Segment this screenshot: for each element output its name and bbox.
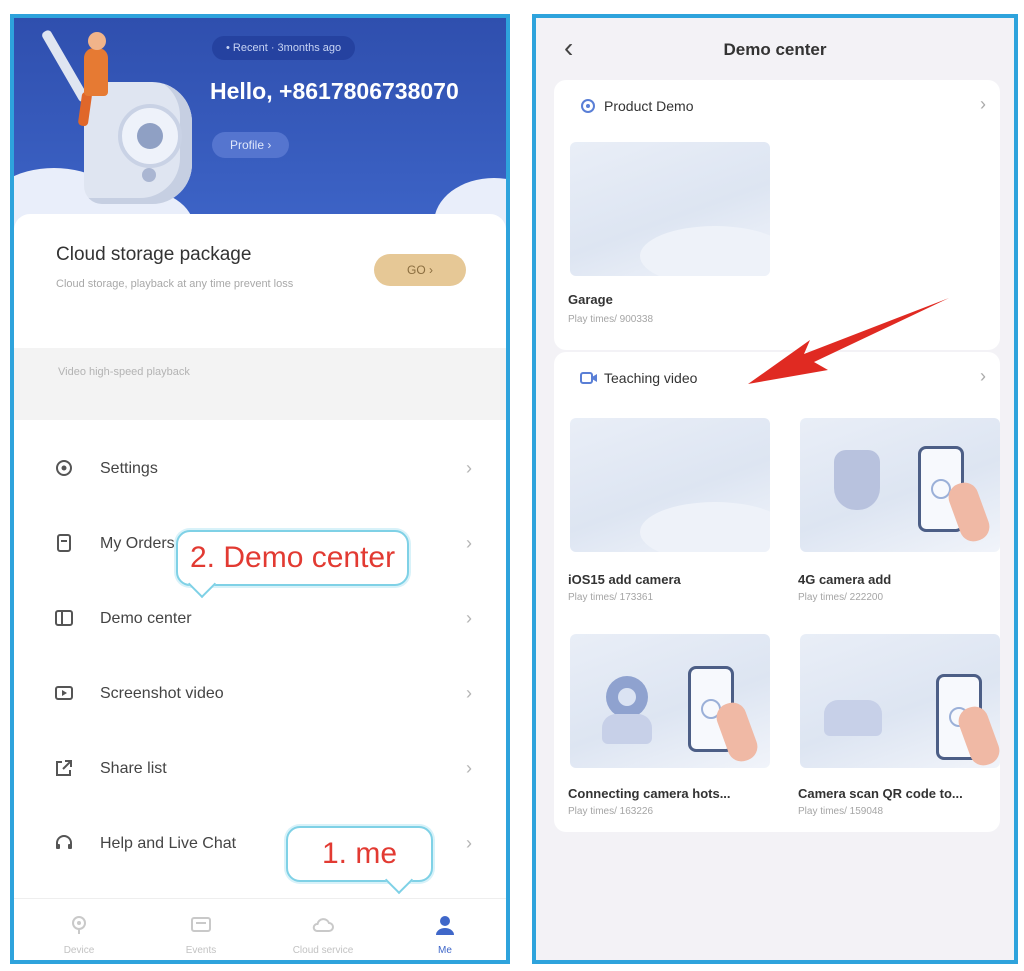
chevron-right-icon: › <box>980 94 986 114</box>
video-play-count: Play times/ 163226 <box>568 806 654 817</box>
menu-item-label: Share list <box>100 760 167 777</box>
section-title: Product Demo <box>604 98 694 114</box>
chevron-right-icon: › <box>466 533 472 553</box>
camera-sensor <box>142 168 156 182</box>
nav-bar: ‹ Demo center <box>536 18 1014 82</box>
bottom-tab-bar: Device Events Cloud service Me <box>14 898 506 960</box>
cloud-storage-title: Cloud storage package <box>56 244 252 265</box>
events-icon <box>189 913 213 937</box>
demo-icon <box>54 608 74 628</box>
annotation-arrow <box>748 298 949 384</box>
tab-label: Cloud service <box>292 945 354 956</box>
product-icon <box>580 98 596 114</box>
greeting-text: Hello, +8617806738070 <box>210 78 459 104</box>
menu-item-label: Screenshot video <box>100 685 224 702</box>
camera-illustration <box>606 676 648 718</box>
cloud-storage-subtitle: Cloud storage, playback at any time prev… <box>56 278 294 290</box>
camera-base-illustration <box>602 714 652 744</box>
video-title: Connecting camera hots... <box>568 786 731 801</box>
teaching-video-section: Teaching video › iOS15 add camera Play t… <box>554 352 1000 832</box>
video-thumbnail[interactable] <box>800 418 1000 552</box>
menu-item-label: Settings <box>100 460 158 477</box>
chevron-right-icon: › <box>980 366 986 386</box>
video-title: iOS15 add camera <box>568 572 681 587</box>
video-icon <box>54 683 74 703</box>
tab-label: Device <box>63 945 95 956</box>
camera-illustration <box>834 450 880 510</box>
camera-antenna <box>40 28 90 104</box>
menu-item-share-list[interactable]: Share list › <box>14 730 506 805</box>
video-play-count: Play times/ 173361 <box>568 592 654 603</box>
video-camera-icon <box>580 370 597 386</box>
video-play-count: Play times/ 159048 <box>798 806 884 817</box>
tab-cloud-service[interactable]: Cloud service <box>268 899 378 960</box>
menu-item-label: My Orders <box>100 535 175 552</box>
cloud-storage-card[interactable]: Cloud storage package Cloud storage, pla… <box>14 214 506 344</box>
person-icon <box>433 913 457 937</box>
video-thumbnail[interactable] <box>570 418 770 552</box>
video-title: Camera scan QR code to... <box>798 786 963 801</box>
video-thumbnail[interactable] <box>570 634 770 768</box>
menu-item-screenshot-video[interactable]: Screenshot video › <box>14 655 506 730</box>
device-icon <box>67 913 91 937</box>
thumbnail-cloud <box>640 226 770 276</box>
callout-me: 1. me <box>286 826 434 895</box>
video-play-count: Play times/ 222200 <box>798 592 884 603</box>
section-title: Teaching video <box>604 370 698 386</box>
video-thumbnail[interactable] <box>570 142 770 276</box>
status-pill: • Recent · 3months ago <box>212 36 356 60</box>
profile-button[interactable]: Profile › <box>212 132 290 158</box>
callout-tail <box>384 865 414 895</box>
playback-strip: Video high-speed playback <box>14 348 506 400</box>
go-button[interactable]: GO › <box>374 254 466 286</box>
product-demo-header[interactable]: Product Demo › <box>554 80 1000 132</box>
orders-icon <box>54 533 74 553</box>
chevron-right-icon: › <box>466 683 472 703</box>
camera-lens <box>118 104 182 168</box>
video-title: Garage <box>568 292 613 307</box>
thumbnail-cloud <box>640 502 770 552</box>
callout-text: 2. Demo center <box>190 541 396 574</box>
tab-events[interactable]: Events <box>146 899 256 960</box>
tab-me[interactable]: Me <box>390 899 500 960</box>
callout-text: 1. me <box>322 837 398 870</box>
page-title: Demo center <box>723 40 827 59</box>
person-illustration-head <box>88 32 106 50</box>
demo-center-screen: ‹ Demo center Product Demo › Garage Play… <box>532 14 1018 964</box>
video-play-count: Play times/ 900338 <box>568 314 654 325</box>
headset-icon <box>54 833 74 853</box>
video-thumbnail[interactable] <box>800 634 1000 768</box>
camera-illustration <box>824 700 882 736</box>
video-title: 4G camera add <box>798 572 892 587</box>
profile-header: • Recent · 3months ago Hello, +861780673… <box>14 18 506 228</box>
chevron-right-icon: › <box>466 833 472 853</box>
tab-device[interactable]: Device <box>24 899 134 960</box>
menu-item-settings[interactable]: Settings › <box>14 430 506 505</box>
cloud-icon <box>311 913 335 937</box>
gear-icon <box>54 458 74 478</box>
tab-label: Me <box>438 945 452 956</box>
me-screen: • Recent · 3months ago Hello, +861780673… <box>10 14 510 964</box>
menu-item-label: Help and Live Chat <box>100 835 237 852</box>
me-menu: Settings › My Orders › Demo center › Scr… <box>14 430 506 880</box>
menu-item-label: Demo center <box>100 610 192 627</box>
chevron-right-icon: › <box>466 758 472 778</box>
tab-label: Events <box>185 945 217 956</box>
chevron-right-icon: › <box>466 608 472 628</box>
chevron-right-icon: › <box>466 458 472 478</box>
menu-item-demo-center[interactable]: Demo center › <box>14 580 506 655</box>
callout-demo-center: 2. Demo center <box>176 530 410 599</box>
share-icon <box>54 758 74 778</box>
section-divider <box>14 400 506 420</box>
playback-strip-text: Video high-speed playback <box>58 366 190 378</box>
person-illustration <box>84 48 108 96</box>
